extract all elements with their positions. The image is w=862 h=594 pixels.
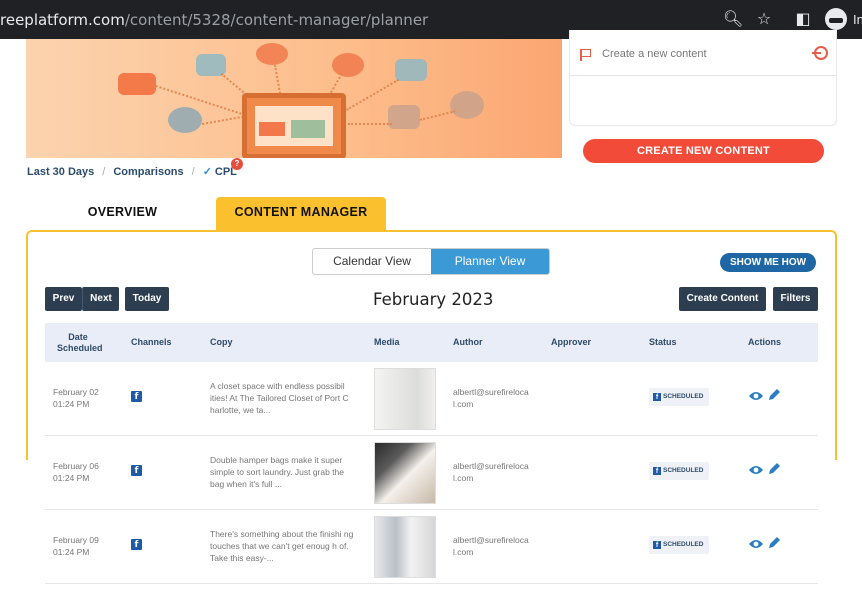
col-author: Author [453,337,483,347]
col-approver: Approver [551,337,592,347]
eye-icon[interactable] [749,539,763,549]
table-row[interactable]: February 09 01:24 PM f There's something … [45,510,818,584]
breadcrumb-range[interactable]: Last 30 Days [27,166,94,178]
linkedin-icon [395,59,427,81]
row-date: February 02 01:24 PM [53,387,99,409]
table-row[interactable]: February 06 01:24 PM f Double hamper bags… [45,436,818,510]
tab-content-manager[interactable]: CONTENT MANAGER [216,197,386,231]
laptop-illustration [242,93,346,158]
planner-view-button[interactable]: Planner View [431,249,549,274]
today-button[interactable]: Today [125,287,169,311]
col-copy: Copy [210,337,233,347]
pinterest-icon [332,53,364,77]
enter-icon [812,46,828,60]
eye-icon[interactable] [749,465,763,475]
calendar-view-button[interactable]: Calendar View [313,249,431,274]
media-thumbnail[interactable] [374,368,436,430]
tab-overview[interactable]: OVERVIEW [60,197,185,231]
row-date: February 09 01:24 PM [53,535,99,557]
content-actions-panel: Create a new content [569,30,837,126]
media-thumbnail[interactable] [374,516,436,578]
next-button[interactable]: Next [82,287,119,311]
facebook-icon: f [131,465,142,476]
pencil-icon[interactable] [767,536,781,550]
row-author: albertl@surefireloca l.com [453,461,529,483]
facebook-icon: f [131,539,142,550]
filters-button[interactable]: Filters [773,287,818,311]
url-path: /content/5328/content-manager/planner [124,11,429,29]
table-row[interactable]: February 02 01:24 PM f A closet space wit… [45,362,818,436]
check-icon: ✓ [202,166,212,178]
row-copy[interactable]: There's something about the finishi ng t… [210,528,360,564]
col-channels: Channels [131,337,172,347]
row-copy[interactable]: Double hamper bags make it super simple … [210,454,360,490]
breadcrumb-comparisons[interactable]: Comparisons [113,166,183,178]
eye-icon[interactable] [749,391,763,401]
media-thumbnail[interactable] [374,442,436,504]
row-author: albertl@surefireloca l.com [453,535,529,557]
create-new-content-button[interactable]: CREATE NEW CONTENT [583,139,824,163]
col-date[interactable]: Date Scheduled [57,332,103,354]
col-media: Media [374,337,400,347]
url-host: reeplatform.com [0,11,125,29]
star-icon[interactable]: ☆ [754,9,774,29]
pencil-icon[interactable] [767,462,781,476]
incognito-avatar-icon[interactable] [825,8,847,30]
sidepanel-icon[interactable]: ◧ [793,9,813,29]
address-bar[interactable]: reeplatform.com/content/5328/content-man… [0,11,428,29]
profile-label-partial: In [853,12,862,27]
flag-icon [580,49,591,61]
col-actions: Actions [748,337,782,347]
table-header: Date Scheduled Channels Copy Media Autho… [45,323,818,362]
social-media-illustration [26,39,562,158]
row-author: albertl@surefireloca l.com [453,387,529,409]
col-status: Status [649,337,677,347]
row-date: February 06 01:24 PM [53,461,99,483]
youtube-icon [118,73,156,95]
create-new-content-row[interactable]: Create a new content [570,38,836,76]
status-badge: f SCHEDULED [649,462,709,480]
zoom-icon[interactable]: 🔍︎ [723,9,743,29]
prev-button[interactable]: Prev [45,287,82,311]
pencil-icon[interactable] [767,388,781,402]
month-title: February 2023 [373,290,494,309]
status-badge: f SCHEDULED [649,388,709,406]
show-me-how-button[interactable]: SHOW ME HOW [720,253,816,272]
facebook-bubble-icon [168,107,202,133]
wordpress-icon [450,91,484,119]
google-icon [388,105,420,129]
create-content-button[interactable]: Create Content [679,287,766,311]
breadcrumb: Last 30 Days / Comparisons / ✓ CPL [27,166,237,178]
help-badge[interactable]: ? [231,158,243,170]
facebook-icon: f [131,391,142,402]
row-copy[interactable]: A closet space with endless possibil iti… [210,380,360,416]
view-toggle: Calendar View Planner View [312,248,550,275]
status-badge: f SCHEDULED [649,536,709,554]
instagram-icon [256,43,288,65]
create-new-content-label: Create a new content [602,48,707,60]
